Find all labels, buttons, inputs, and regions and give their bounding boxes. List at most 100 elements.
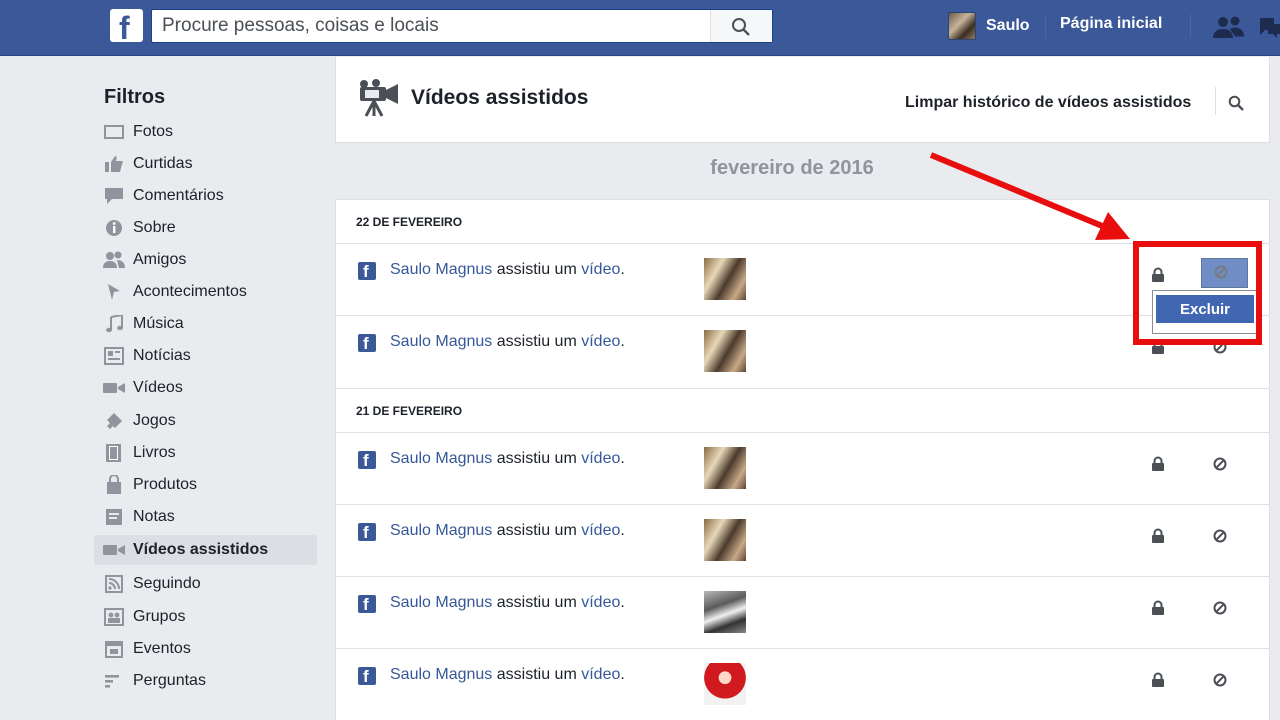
video-link[interactable]: vídeo xyxy=(581,594,620,611)
video-thumbnail[interactable] xyxy=(704,447,746,489)
video-link[interactable]: vídeo xyxy=(581,261,620,278)
filter-item-sobre[interactable]: Sobre xyxy=(94,213,317,243)
user-link[interactable]: Saulo Magnus xyxy=(390,450,492,467)
facebook-icon: f xyxy=(358,523,376,542)
filter-item-label: Perguntas xyxy=(133,672,206,689)
privacy-lock-icon[interactable] xyxy=(1151,456,1165,477)
video-link[interactable]: vídeo xyxy=(581,522,620,539)
friend-requests-icon[interactable] xyxy=(1212,15,1246,39)
facebook-icon: f xyxy=(358,595,376,614)
activity-row: f Saulo Magnus assistiu um vídeo. xyxy=(336,244,1269,316)
facebook-logo[interactable]: f xyxy=(110,9,143,46)
filter-item-label: Livros xyxy=(133,444,176,461)
punctuation: . xyxy=(620,522,625,539)
divider xyxy=(1045,14,1046,38)
block-icon[interactable] xyxy=(1213,601,1227,620)
filter-item-produtos[interactable]: Produtos xyxy=(94,470,317,500)
divider xyxy=(1190,14,1191,38)
search-bar xyxy=(151,9,773,43)
filter-item-label: Amigos xyxy=(133,251,187,268)
filters-sidebar: Filtros Fotos Curtidas Comentários Sobre Ami… xyxy=(94,56,319,720)
music-icon xyxy=(103,315,125,333)
privacy-lock-icon[interactable] xyxy=(1151,672,1165,693)
filter-item-curtidas[interactable]: Curtidas xyxy=(94,149,317,179)
search-input[interactable] xyxy=(152,10,712,42)
filter-item-eventos[interactable]: Eventos xyxy=(94,634,317,664)
punctuation: . xyxy=(620,594,625,611)
comment-icon xyxy=(103,187,125,205)
activity-verb: assistiu um xyxy=(492,594,582,611)
clear-watch-history-link[interactable]: Limpar histórico de vídeos assistidos xyxy=(905,94,1191,112)
filter-item-amigos[interactable]: Amigos xyxy=(94,245,317,275)
book-icon xyxy=(103,444,125,462)
privacy-lock-icon[interactable] xyxy=(1151,600,1165,621)
news-icon xyxy=(103,347,125,365)
annotation-highlight-box xyxy=(1133,241,1262,345)
activity-verb: assistiu um xyxy=(492,261,582,278)
activity-row: f Saulo Magnus assistiu um vídeo. xyxy=(336,577,1269,649)
user-link[interactable]: Saulo Magnus xyxy=(390,522,492,539)
activity-row: f Saulo Magnus assistiu um vídeo. xyxy=(336,505,1269,577)
filter-item-notas[interactable]: Notas xyxy=(94,502,317,532)
video-link[interactable]: vídeo xyxy=(581,450,620,467)
user-link[interactable]: Saulo Magnus xyxy=(390,333,492,350)
groups-icon xyxy=(103,608,125,626)
user-link[interactable]: Saulo Magnus xyxy=(390,594,492,611)
video-thumbnail[interactable] xyxy=(704,519,746,561)
privacy-lock-icon[interactable] xyxy=(1151,528,1165,549)
filter-item-fotos[interactable]: Fotos xyxy=(94,117,317,147)
filter-item-seguindo[interactable]: Seguindo xyxy=(94,569,317,599)
user-link[interactable]: Saulo Magnus xyxy=(390,666,492,683)
filter-item-videos[interactable]: Vídeos xyxy=(94,373,317,403)
like-icon xyxy=(103,155,125,173)
block-icon[interactable] xyxy=(1213,529,1227,548)
video-thumbnail[interactable] xyxy=(704,591,746,633)
activity-row: f Saulo Magnus assistiu um vídeo. xyxy=(336,433,1269,505)
video-link[interactable]: vídeo xyxy=(581,333,620,350)
video-thumbnail[interactable] xyxy=(704,663,746,705)
search-button[interactable] xyxy=(710,10,772,42)
activity-row: f Saulo Magnus assistiu um vídeo. xyxy=(336,649,1269,720)
filter-item-acontecimentos[interactable]: Acontecimentos xyxy=(94,277,317,307)
filter-item-label: Jogos xyxy=(133,412,176,429)
block-icon[interactable] xyxy=(1213,457,1227,476)
facebook-icon: f xyxy=(358,262,376,281)
activity-text: Saulo Magnus assistiu um vídeo. xyxy=(390,594,625,612)
photos-icon xyxy=(103,123,125,141)
activity-verb: assistiu um xyxy=(492,666,582,683)
filter-item-livros[interactable]: Livros xyxy=(94,438,317,468)
filter-item-comentarios[interactable]: Comentários xyxy=(94,181,317,211)
filter-item-videos-assistidos[interactable]: Vídeos assistidos xyxy=(94,535,317,565)
filter-item-perguntas[interactable]: Perguntas xyxy=(94,666,317,696)
home-link[interactable]: Página inicial xyxy=(1060,15,1162,33)
video-link[interactable]: vídeo xyxy=(581,666,620,683)
block-icon[interactable] xyxy=(1213,673,1227,692)
video-thumbnail[interactable] xyxy=(704,330,746,372)
activity-log-header: Vídeos assistidos Limpar histórico de ví… xyxy=(335,57,1270,143)
filter-item-label: Acontecimentos xyxy=(133,283,247,300)
activity-text: Saulo Magnus assistiu um vídeo. xyxy=(390,450,625,468)
filter-item-label: Curtidas xyxy=(133,155,193,172)
filter-item-label: Notícias xyxy=(133,347,191,364)
filter-item-label: Notas xyxy=(133,508,175,525)
day-section: 21 DE FEVEREIRO f Saulo Magnus assistiu um… xyxy=(335,388,1270,720)
filter-item-label: Eventos xyxy=(133,640,191,657)
punctuation: . xyxy=(620,261,625,278)
facebook-icon: f xyxy=(358,451,376,470)
info-icon xyxy=(103,219,125,237)
video-thumbnail[interactable] xyxy=(704,258,746,300)
user-link[interactable]: Saulo Magnus xyxy=(390,261,492,278)
activity-verb: assistiu um xyxy=(492,522,582,539)
profile-link[interactable]: Saulo xyxy=(948,11,1030,41)
messages-icon[interactable] xyxy=(1258,16,1280,40)
search-icon[interactable] xyxy=(1228,95,1244,111)
notes-icon xyxy=(103,508,125,526)
filter-item-jogos[interactable]: Jogos xyxy=(94,406,317,436)
filter-item-noticias[interactable]: Notícias xyxy=(94,341,317,371)
friends-icon xyxy=(103,251,125,269)
filter-item-grupos[interactable]: Grupos xyxy=(94,602,317,632)
filter-item-label: Música xyxy=(133,315,184,332)
filter-item-musica[interactable]: Música xyxy=(94,309,317,339)
game-icon xyxy=(103,412,125,430)
activity-verb: assistiu um xyxy=(492,450,582,467)
